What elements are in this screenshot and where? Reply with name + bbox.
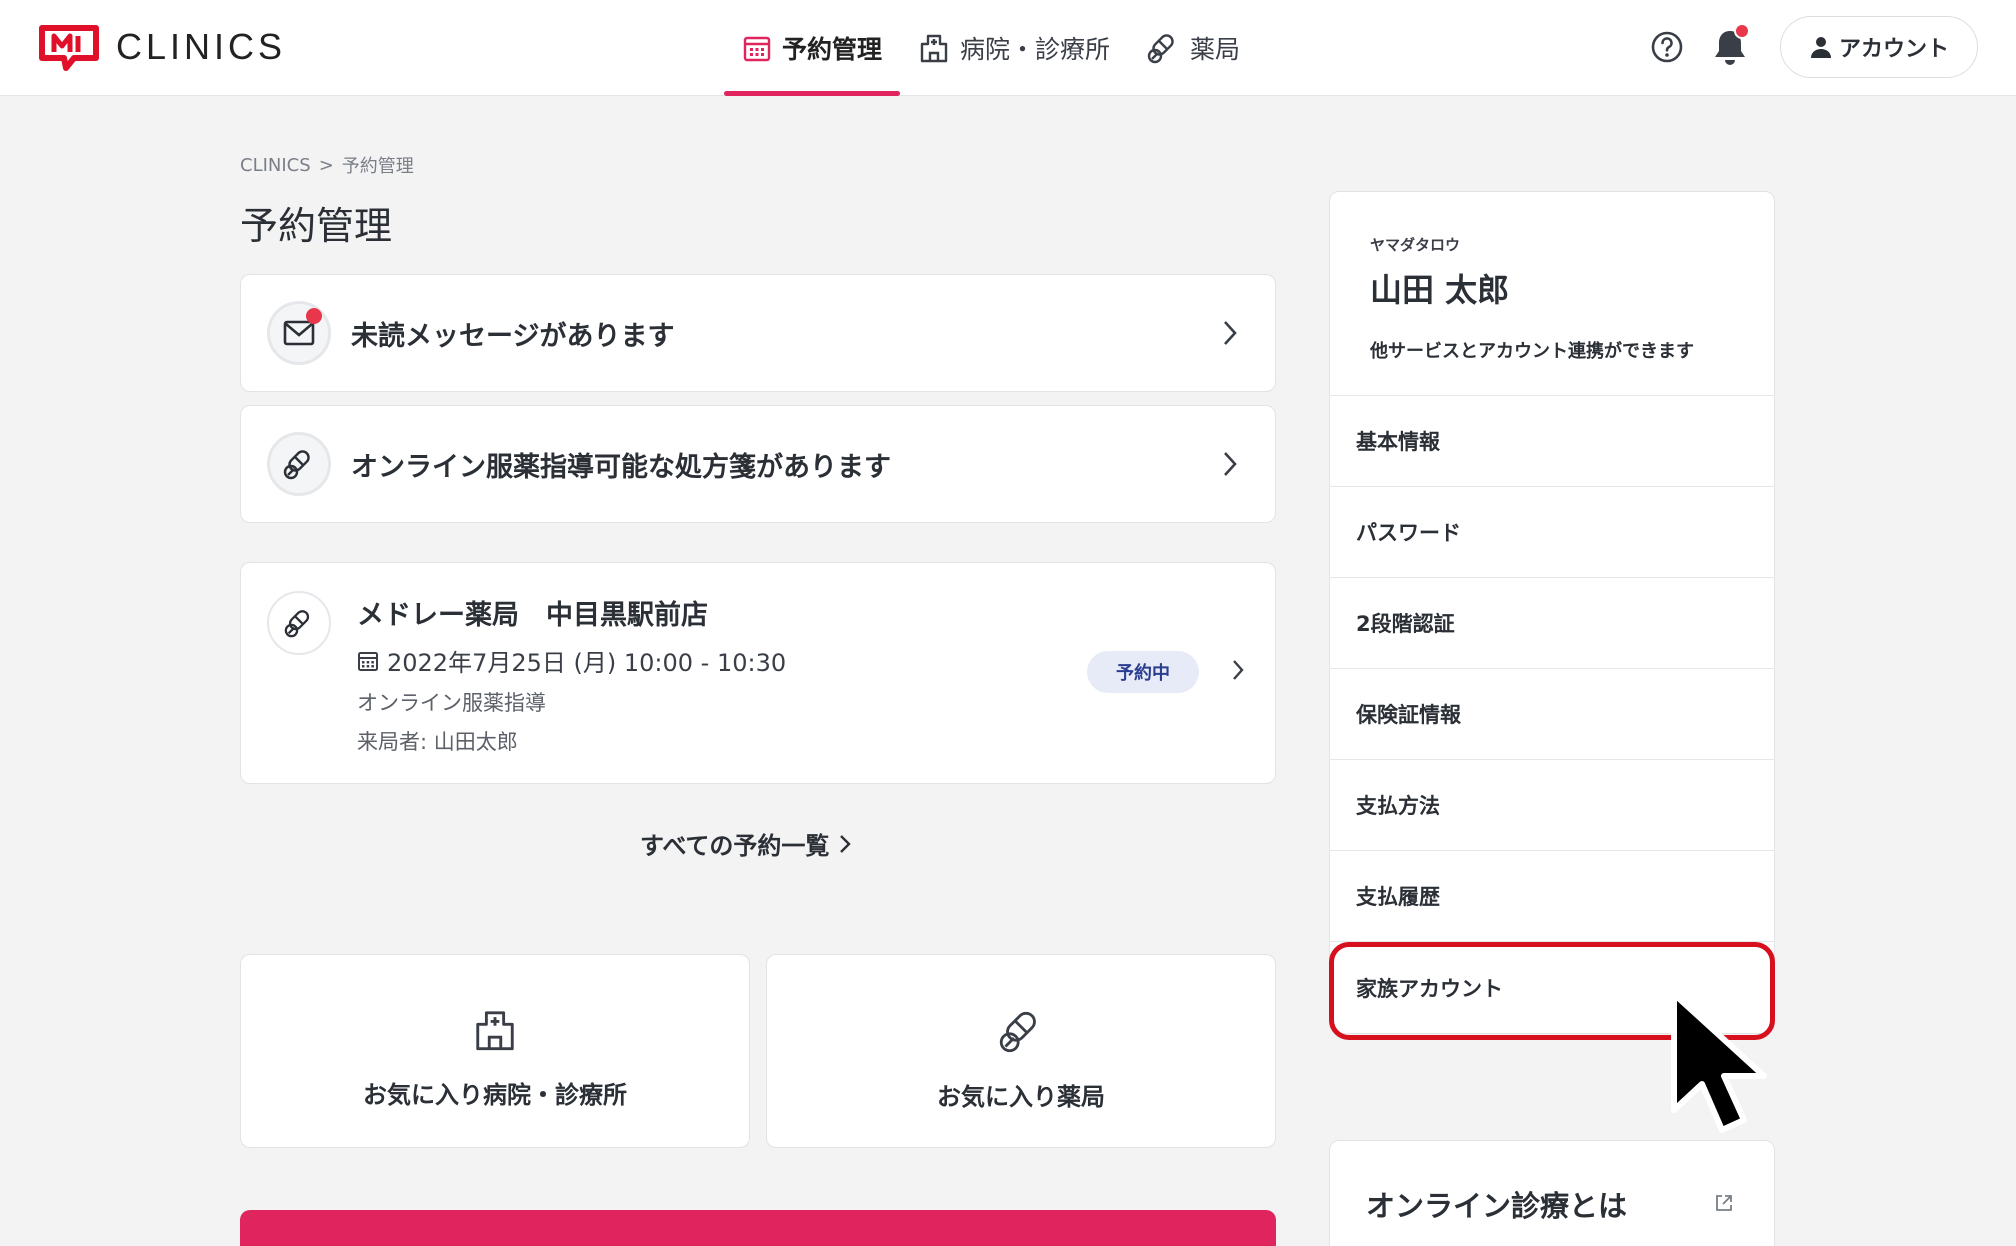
hospital-icon: [476, 1011, 514, 1051]
notice-icon-circle: [267, 432, 331, 496]
logo-text: CLINICS: [116, 26, 287, 67]
pill-icon: [283, 450, 310, 480]
user-icon: [1810, 37, 1831, 58]
unread-dot: [306, 308, 322, 324]
nav-label: 病院・診療所: [960, 35, 1111, 64]
pill-icon: [284, 610, 310, 638]
menu-two-factor[interactable]: 2段階認証: [1330, 578, 1774, 669]
menu-password[interactable]: パスワード: [1330, 487, 1774, 578]
favorite-pharmacy-card[interactable]: お気に入り薬局: [766, 954, 1276, 1148]
breadcrumb-root[interactable]: CLINICS: [240, 155, 311, 176]
favorite-hospitals-card[interactable]: お気に入り病院・診療所: [240, 954, 750, 1148]
clinics-logo[interactable]: CLINICS: [38, 22, 286, 72]
chevron-right-icon: [1233, 660, 1244, 680]
account-sidebar: ヤマダタロウ 山田 太郎 他サービスとアカウント連携ができます 基本情報 パスワ…: [1329, 191, 1775, 1034]
appointment-datetime: 2022年7月25日 (月) 10:00 - 10:30: [387, 649, 787, 677]
hospital-icon: [920, 34, 948, 63]
favorite-label: お気に入り薬局: [937, 1083, 1105, 1111]
notification-button[interactable]: [1712, 23, 1750, 67]
profile-section: ヤマダタロウ 山田 太郎 他サービスとアカウント連携ができます: [1330, 192, 1774, 396]
pharmacy-name: メドレー薬局 中目黒駅前店: [357, 600, 708, 631]
chevron-right-icon: [840, 834, 852, 853]
main-nav: 予約管理 病院・診療所 薬局: [724, 0, 1258, 96]
breadcrumb-separator: >: [318, 154, 334, 176]
profile-kana: ヤマダタロウ: [1370, 236, 1461, 254]
nav-label: 予約管理: [782, 35, 883, 64]
nav-pharmacy[interactable]: 薬局: [1128, 0, 1258, 96]
app-header: CLINICS 予約管理 病院・診療所 薬局 アカウント: [0, 0, 2016, 96]
menu-basic-info[interactable]: 基本情報: [1330, 396, 1774, 487]
pill-icon: [1147, 34, 1174, 64]
chevron-right-icon: [1224, 452, 1237, 476]
breadcrumb-current: 予約管理: [341, 156, 414, 177]
menu-insurance[interactable]: 保険証情報: [1330, 669, 1774, 760]
pill-icon: [999, 1011, 1036, 1053]
breadcrumb: CLINICS > 予約管理: [240, 152, 414, 178]
notification-dot: [1733, 23, 1750, 39]
mouse-cursor-icon: [1671, 991, 1767, 1133]
menu-payment-history[interactable]: 支払履歴: [1330, 851, 1774, 942]
account-label: アカウント: [1838, 37, 1949, 62]
help-icon[interactable]: [1650, 30, 1684, 64]
external-link-icon: [1716, 1195, 1732, 1211]
calendar-icon: [743, 36, 771, 62]
clinics-logo-icon: [39, 25, 99, 71]
appointment-datetime-row: 2022年7月25日 (月) 10:00 - 10:30: [357, 643, 786, 678]
appointment-card[interactable]: メドレー薬局 中目黒駅前店 2022年7月25日 (月) 10:00 - 10:…: [240, 562, 1276, 784]
appointment-type: オンライン服薬指導: [357, 691, 546, 715]
appointment-icon-circle: [267, 591, 331, 655]
menu-payment-method[interactable]: 支払方法: [1330, 760, 1774, 851]
page-title: 予約管理: [240, 204, 393, 248]
favorite-label: お気に入り病院・診療所: [363, 1081, 627, 1109]
notice-icon-circle: [267, 301, 331, 365]
notice-text: 未読メッセージがあります: [351, 320, 675, 352]
chevron-right-icon: [1224, 321, 1237, 345]
nav-reservations[interactable]: 予約管理: [724, 0, 901, 96]
account-link-text[interactable]: 他サービスとアカウント連携ができます: [1370, 337, 1774, 363]
nav-hospitals[interactable]: 病院・診療所: [900, 0, 1128, 96]
notice-text: オンライン服薬指導可能な処方箋があります: [351, 451, 891, 483]
primary-action-banner[interactable]: [240, 1210, 1276, 1246]
prescription-notice[interactable]: オンライン服薬指導可能な処方箋があります: [240, 405, 1276, 523]
appointment-visitor: 来局者: 山田太郎: [357, 730, 518, 754]
online-consultation-info-card[interactable]: オンライン診療とは: [1329, 1140, 1775, 1246]
account-button[interactable]: アカウント: [1779, 16, 1978, 78]
header-actions: アカウント: [1650, 16, 1978, 78]
mail-icon: [283, 320, 315, 346]
info-card-title: オンライン診療とは: [1366, 1189, 1628, 1223]
calendar-icon: [358, 651, 378, 671]
profile-name: 山田 太郎: [1370, 271, 1510, 309]
status-badge: 予約中: [1087, 651, 1199, 693]
nav-label: 薬局: [1190, 35, 1241, 64]
all-reservations-link[interactable]: すべての予約一覧: [640, 826, 852, 861]
unread-messages-notice[interactable]: 未読メッセージがあります: [240, 274, 1276, 392]
all-reservations-label: すべての予約一覧: [640, 832, 830, 860]
